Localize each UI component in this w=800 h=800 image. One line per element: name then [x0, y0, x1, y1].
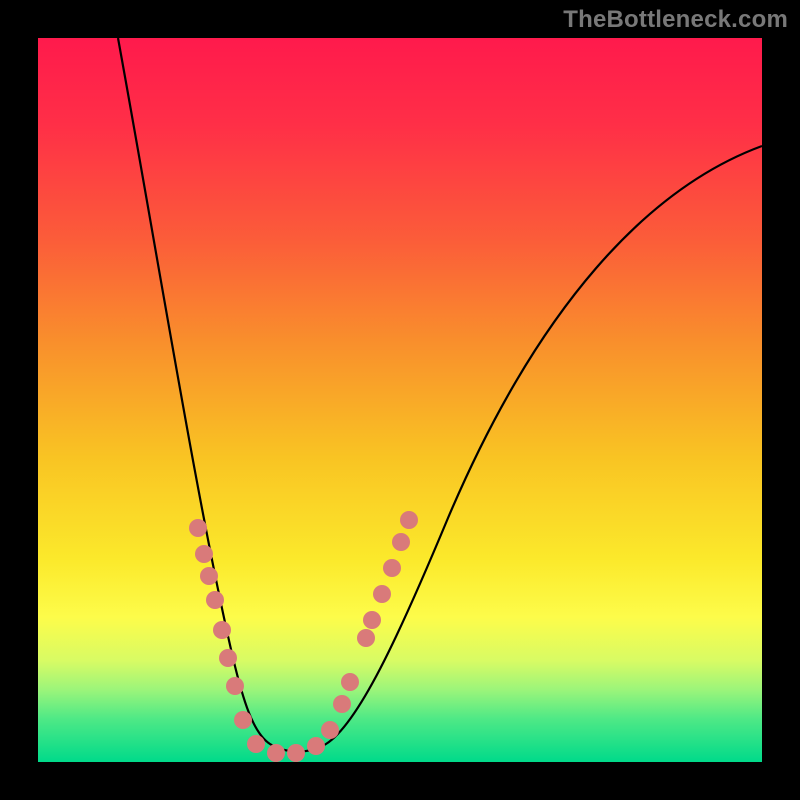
marker-dot: [363, 611, 381, 629]
marker-dot: [267, 744, 285, 762]
marker-dot: [341, 673, 359, 691]
plot-area: [38, 38, 762, 762]
marker-dot: [392, 533, 410, 551]
marker-dot: [383, 559, 401, 577]
highlighted-markers: [189, 511, 418, 762]
marker-dot: [357, 629, 375, 647]
marker-dot: [307, 737, 325, 755]
marker-dot: [400, 511, 418, 529]
marker-dot: [373, 585, 391, 603]
bottleneck-curve: [118, 38, 762, 752]
marker-dot: [321, 721, 339, 739]
marker-dot: [206, 591, 224, 609]
marker-dot: [213, 621, 231, 639]
watermark-text: TheBottleneck.com: [563, 6, 788, 34]
marker-dot: [247, 735, 265, 753]
chart-frame: TheBottleneck.com: [0, 0, 800, 800]
marker-dot: [333, 695, 351, 713]
marker-dot: [226, 677, 244, 695]
marker-dot: [219, 649, 237, 667]
marker-dot: [195, 545, 213, 563]
marker-dot: [234, 711, 252, 729]
curve-layer: [38, 38, 762, 762]
marker-dot: [200, 567, 218, 585]
marker-dot: [189, 519, 207, 537]
marker-dot: [287, 744, 305, 762]
